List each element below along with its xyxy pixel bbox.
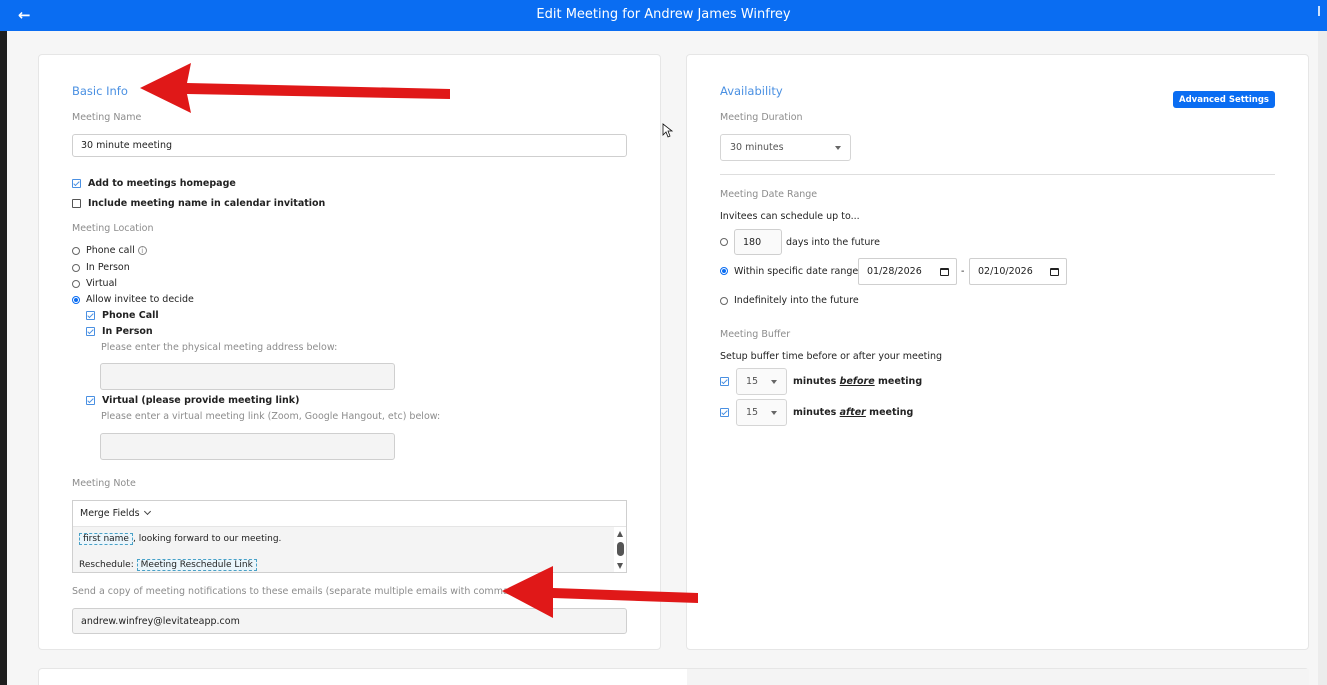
- annotation-arrow-basic-info: [140, 63, 450, 113]
- mouse-cursor-icon: [662, 123, 674, 138]
- annotation-arrow-emails: [502, 566, 698, 618]
- annotation-overlay: [140, 63, 698, 618]
